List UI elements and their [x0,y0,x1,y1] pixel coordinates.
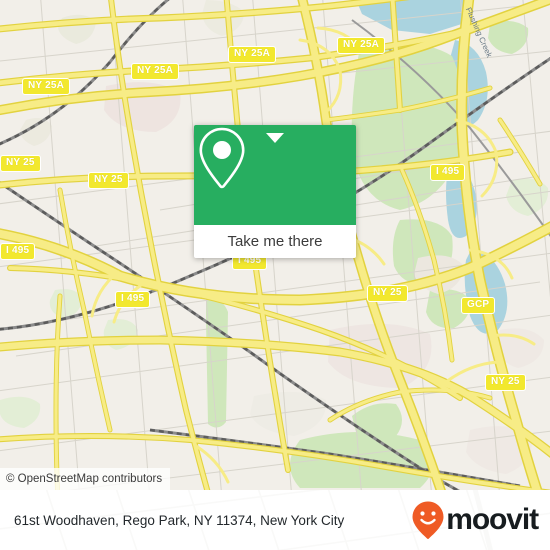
take-me-there-label: Take me there [227,233,323,250]
location-popup-card[interactable]: Take me there [194,125,356,258]
moovit-wordmark: moovit [446,503,539,536]
popup-pointer [266,133,284,143]
location-address: 61st Woodhaven, Rego Park, NY 11374, New… [14,512,345,528]
take-me-there-button[interactable]: Take me there [194,225,356,258]
moovit-smiley-pin-icon [412,501,444,539]
road-shield: NY 25 [367,285,408,302]
road-shield: NY 25A [337,37,386,54]
osm-attribution[interactable]: © OpenStreetMap contributors [0,468,171,490]
road-shield: NY 25 [485,374,526,391]
road-shield: NY 25 [88,172,129,189]
footer-bar: 61st Woodhaven, Rego Park, NY 11374, New… [0,490,550,550]
road-shield: GCP [461,297,496,314]
road-shield: I 495 [430,164,466,181]
road-shield: NY 25A [22,78,71,95]
road-shield: I 495 [115,291,151,308]
road-shield: NY 25 [0,155,41,172]
road-shield: NY 25A [131,63,180,80]
map-pin-icon [199,127,245,189]
road-shield: I 495 [0,243,36,260]
road-shield: NY 25A [228,46,277,63]
moovit-logo[interactable]: moovit [411,500,539,540]
map-canvas[interactable]: NY 25A NY 25A NY 25A NY 25A NY 25 NY 25 I 495 I… [0,0,550,490]
moovit-map-screenshot: NY 25A NY 25A NY 25A NY 25A NY 25 NY 25 I 495 I… [0,0,550,550]
osm-attribution-text: © OpenStreetMap contributors [6,473,163,485]
